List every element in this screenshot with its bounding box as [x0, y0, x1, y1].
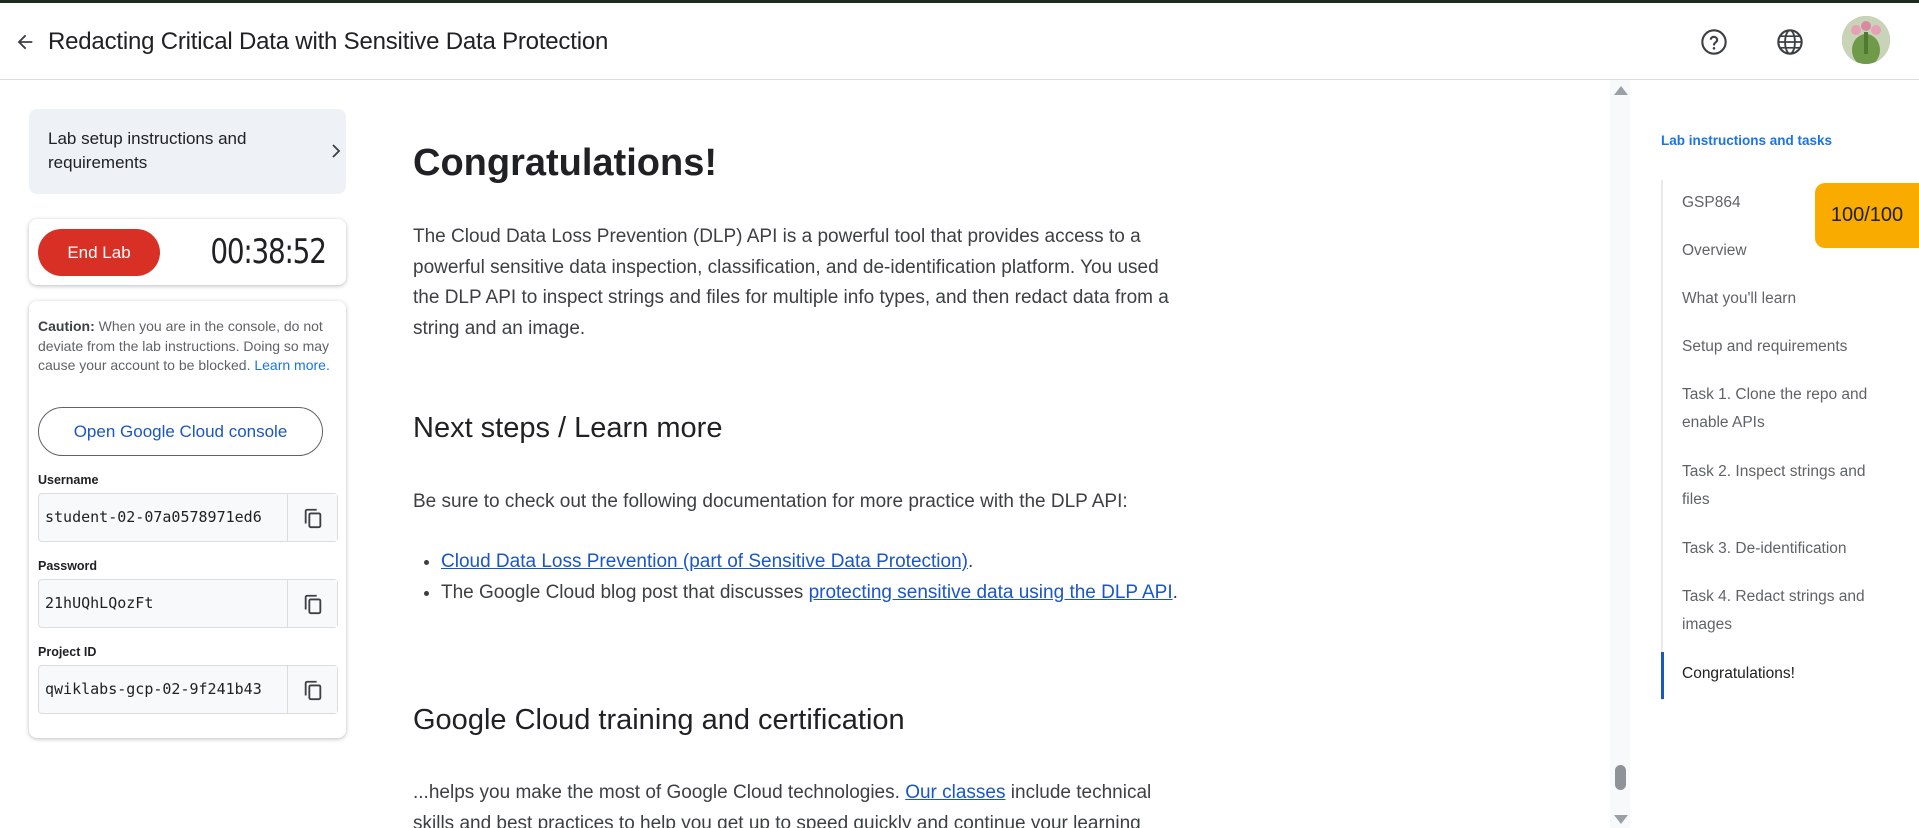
copy-icon[interactable]	[287, 666, 337, 713]
username-field: student-02-07a0578971ed6	[38, 493, 338, 542]
blog-post-link[interactable]: protecting sensitive data using the DLP …	[809, 582, 1173, 603]
list-item-punct: .	[1172, 581, 1178, 603]
lab-timer-card: End Lab 00:38:52	[29, 219, 346, 285]
list-item-text: The Google Cloud blog post that discusse…	[441, 581, 809, 603]
lab-timer: 00:38:52	[210, 232, 328, 272]
username-value[interactable]: student-02-07a0578971ed6	[45, 494, 275, 541]
caution-label: Caution:	[38, 318, 95, 334]
scroll-down-arrow-icon[interactable]	[1614, 815, 1628, 824]
project-id-value[interactable]: qwiklabs-gcp-02-9f241b43	[45, 666, 275, 713]
open-console-button[interactable]: Open Google Cloud console	[38, 407, 323, 456]
toc-item-task1[interactable]: Task 1. Clone the repo and enable APIs	[1682, 381, 1882, 437]
toc-title: Lab instructions and tasks	[1661, 133, 1833, 148]
copy-icon[interactable]	[287, 494, 337, 541]
toc-item-task2[interactable]: Task 2. Inspect strings and files	[1682, 458, 1882, 514]
project-id-field: qwiklabs-gcp-02-9f241b43	[38, 665, 338, 714]
training-text: ...helps you make the most of Google Clo…	[413, 782, 906, 803]
dlp-docs-link[interactable]: Cloud Data Loss Prevention (part of Sens…	[441, 551, 968, 572]
caution-message: Caution: When you are in the console, do…	[38, 317, 338, 376]
learn-more-link[interactable]: Learn more.	[254, 357, 329, 373]
page-title: Redacting Critical Data with Sensitive D…	[48, 28, 609, 55]
toc-active-indicator	[1661, 652, 1664, 699]
scroll-up-arrow-icon[interactable]	[1614, 86, 1628, 95]
help-icon[interactable]	[1697, 25, 1731, 59]
scrollbar-thumb[interactable]	[1615, 765, 1626, 790]
training-paragraph: ...helps you make the most of Google Clo…	[413, 778, 1173, 828]
section-heading-congratulations: Congratulations!	[413, 142, 717, 184]
toc-item-congratulations[interactable]: Congratulations!	[1682, 660, 1882, 688]
copy-icon[interactable]	[287, 580, 337, 627]
our-classes-link[interactable]: Our classes	[905, 782, 1005, 803]
intro-paragraph: The Cloud Data Loss Prevention (DLP) API…	[413, 226, 1169, 339]
toc-item-task3[interactable]: Task 3. De-identification	[1682, 535, 1882, 563]
score-badge: 100/100	[1815, 183, 1919, 248]
toc-item-task4[interactable]: Task 4. Redact strings and images	[1682, 583, 1882, 639]
credentials-card: Caution: When you are in the console, do…	[29, 301, 346, 738]
toc-item-setup[interactable]: Setup and requirements	[1682, 333, 1882, 361]
content-scrollbar[interactable]	[1610, 80, 1630, 828]
lab-setup-card[interactable]: Lab setup instructions and requirements	[29, 109, 346, 194]
password-label: Password	[38, 559, 98, 573]
language-globe-icon[interactable]	[1773, 25, 1807, 59]
app-header: Redacting Critical Data with Sensitive D…	[0, 3, 1919, 80]
next-steps-list: Cloud Data Loss Prevention (part of Sens…	[441, 547, 1181, 608]
list-item: The Google Cloud blog post that discusse…	[441, 578, 1181, 609]
list-item-punct: .	[968, 551, 974, 572]
back-arrow-icon[interactable]	[10, 27, 40, 57]
password-value[interactable]: 21hUQhLQozFt	[45, 580, 275, 627]
end-lab-button[interactable]: End Lab	[38, 229, 160, 276]
toc-item-what-youll-learn[interactable]: What you'll learn	[1682, 285, 1882, 313]
password-field: 21hUQhLQozFt	[38, 579, 338, 628]
list-item: Cloud Data Loss Prevention (part of Sens…	[441, 547, 1181, 578]
section-heading-training: Google Cloud training and certification	[413, 704, 905, 736]
project-id-label: Project ID	[38, 645, 97, 659]
user-avatar[interactable]	[1842, 16, 1890, 64]
toc-track	[1661, 180, 1663, 700]
section-heading-next-steps: Next steps / Learn more	[413, 412, 723, 444]
lab-setup-label: Lab setup instructions and requirements	[48, 129, 247, 172]
next-steps-intro: Be sure to check out the following docum…	[413, 491, 1128, 512]
username-label: Username	[38, 473, 99, 487]
chevron-right-icon	[329, 142, 343, 165]
